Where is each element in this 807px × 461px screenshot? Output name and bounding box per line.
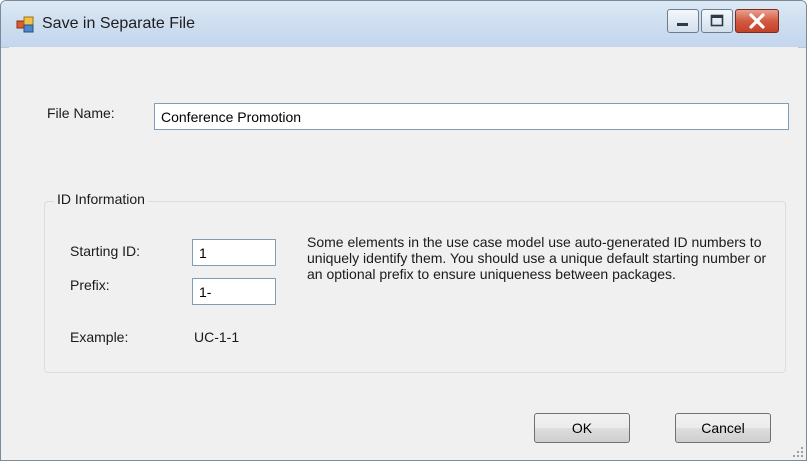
id-information-groupbox	[44, 201, 786, 373]
prefix-label: Prefix:	[70, 277, 110, 293]
minimize-icon	[677, 23, 688, 26]
save-dialog-window: Save in Separate File File Name: ID Info…	[0, 0, 807, 461]
ok-button[interactable]: OK	[534, 413, 630, 443]
example-label: Example:	[70, 329, 129, 345]
dialog-client-area: File Name: ID Information Starting ID: P…	[9, 47, 798, 454]
example-value: UC-1-1	[194, 329, 240, 345]
title-bar[interactable]: Save in Separate File	[1, 1, 806, 48]
prefix-input[interactable]	[192, 278, 276, 305]
maximize-button[interactable]	[701, 9, 733, 33]
maximize-icon	[710, 14, 724, 27]
close-icon	[749, 13, 765, 29]
minimize-button[interactable]	[667, 9, 699, 33]
resize-grip-icon[interactable]	[792, 446, 804, 458]
id-information-description: Some elements in the use case model use …	[307, 234, 767, 282]
starting-id-input[interactable]	[192, 239, 276, 266]
close-button[interactable]	[735, 9, 779, 33]
window-title: Save in Separate File	[42, 15, 195, 32]
id-information-caption: ID Information	[54, 191, 148, 207]
file-name-input[interactable]	[154, 103, 789, 130]
starting-id-label: Starting ID:	[70, 243, 141, 259]
cancel-button[interactable]: Cancel	[675, 413, 771, 443]
window-app-icon	[16, 16, 34, 33]
file-name-label: File Name:	[47, 105, 115, 121]
